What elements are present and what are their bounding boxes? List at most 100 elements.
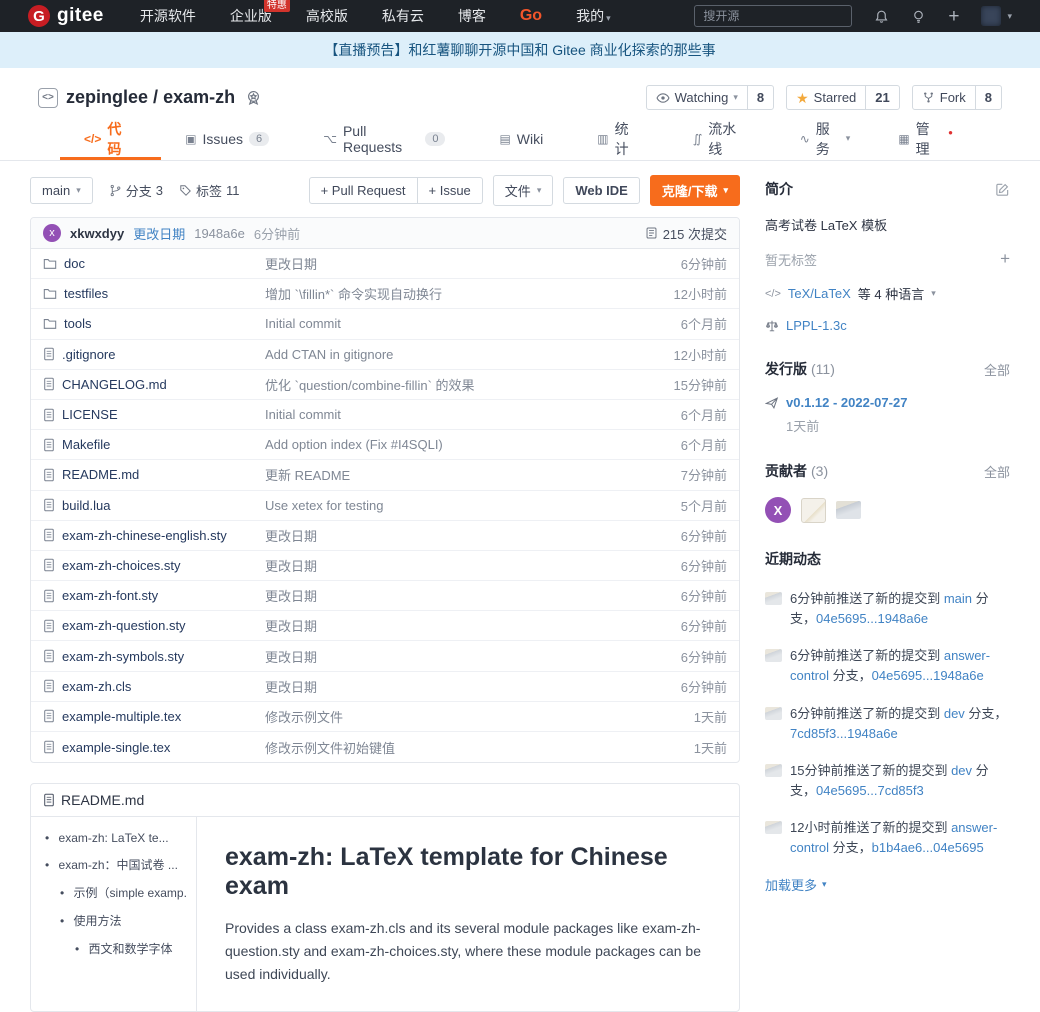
edit-icon[interactable] <box>995 182 1010 197</box>
file-name-link[interactable]: build.lua <box>62 498 110 513</box>
file-row[interactable]: tools Initial commit 6个月前 <box>31 309 739 339</box>
file-row[interactable]: exam-zh-symbols.sty 更改日期 6分钟前 <box>31 641 739 671</box>
star-button[interactable]: ★ Starred <box>787 86 865 109</box>
file-row[interactable]: .gitignore Add CTAN in gitignore 12小时前 <box>31 340 739 370</box>
new-issue-button[interactable]: + Issue <box>418 177 483 204</box>
commit-range-link[interactable]: b1b4ae6...04e5695 <box>872 840 984 855</box>
toc-item[interactable]: 使用方法 <box>45 912 186 929</box>
file-name-link[interactable]: Makefile <box>62 437 110 452</box>
file-row[interactable]: example-multiple.tex 修改示例文件 1天前 <box>31 702 739 732</box>
commit-range-link[interactable]: 04e5695...7cd85f3 <box>816 783 924 798</box>
watch-count[interactable]: 8 <box>747 86 773 109</box>
file-commit-message-link[interactable]: Initial commit <box>265 407 341 422</box>
file-row[interactable]: exam-zh.cls 更改日期 6分钟前 <box>31 672 739 702</box>
repo-tab[interactable]: ▥ 统计 <box>573 120 669 160</box>
file-commit-message-link[interactable]: Add option index (Fix #I4SQLI) <box>265 437 443 452</box>
file-row[interactable]: CHANGELOG.md 优化 `question/combine-fillin… <box>31 370 739 400</box>
web-ide-button[interactable]: Web IDE <box>563 177 640 204</box>
file-commit-message-link[interactable]: 更改日期 <box>265 680 317 695</box>
search-input[interactable] <box>694 5 852 27</box>
branch-link[interactable]: main <box>944 591 972 606</box>
license-link[interactable]: LPPL-1.3c <box>786 318 847 333</box>
file-commit-message-link[interactable]: 优化 `question/combine-fillin` 的效果 <box>265 378 475 393</box>
file-commit-message-link[interactable]: 更改日期 <box>265 650 317 665</box>
branch-link[interactable]: dev <box>951 763 972 778</box>
nav-menu-item[interactable]: 企业版特惠 <box>230 6 272 26</box>
commit-author-name[interactable]: xkwxdyy <box>70 226 124 241</box>
nav-menu-item[interactable]: 高校版 <box>306 6 348 26</box>
file-name-link[interactable]: exam-zh-font.sty <box>62 588 158 603</box>
branch-link[interactable]: dev <box>944 706 965 721</box>
new-pull-request-button[interactable]: + Pull Request <box>309 177 418 204</box>
commit-range-link[interactable]: 04e5695...1948a6e <box>872 668 984 683</box>
fork-button[interactable]: Fork <box>913 86 975 109</box>
chevron-down-icon[interactable]: ▾ <box>931 288 936 299</box>
activity-avatar[interactable] <box>765 707 782 720</box>
contributor-avatar[interactable]: X <box>765 497 791 523</box>
files-dropdown-button[interactable]: 文件 ▾ <box>493 175 554 206</box>
file-row[interactable]: exam-zh-font.sty 更改日期 6分钟前 <box>31 581 739 611</box>
commits-total-link[interactable]: 215 次提交 <box>645 224 727 243</box>
gitee-logo[interactable]: G gitee <box>28 5 104 27</box>
file-name-link[interactable]: example-multiple.tex <box>62 709 181 724</box>
file-commit-message-link[interactable]: 更改日期 <box>265 257 317 272</box>
repo-owner-link[interactable]: zepinglee <box>66 87 148 107</box>
fork-count[interactable]: 8 <box>975 86 1001 109</box>
repo-tab[interactable]: ▣ Issues 6 <box>161 120 299 160</box>
commit-range-link[interactable]: 04e5695...1948a6e <box>816 611 928 626</box>
repo-tab[interactable]: ∬ 流水线 <box>669 120 776 160</box>
file-commit-message-link[interactable]: 更改日期 <box>265 619 317 634</box>
file-commit-message-link[interactable]: 更改日期 <box>265 589 317 604</box>
file-row[interactable]: exam-zh-chinese-english.sty 更改日期 6分钟前 <box>31 521 739 551</box>
file-name-link[interactable]: .gitignore <box>62 347 115 362</box>
file-name-link[interactable]: exam-zh-question.sty <box>62 618 186 633</box>
repo-name-link[interactable]: exam-zh <box>163 87 235 107</box>
repo-tab[interactable]: ⌥ Pull Requests 0 <box>299 120 475 160</box>
file-name-link[interactable]: testfiles <box>64 286 108 301</box>
contributors-all-link[interactable]: 全部 <box>984 462 1010 481</box>
toc-item-link[interactable]: 使用方法 <box>74 914 122 928</box>
file-commit-message-link[interactable]: Use xetex for testing <box>265 498 384 513</box>
announcement-link[interactable]: 【直播预告】和红薯聊聊开源中国和 Gitee 商业化探索的那些事 <box>324 40 715 60</box>
nav-menu-item[interactable]: Go <box>520 7 542 25</box>
file-commit-message-link[interactable]: 修改示例文件 <box>265 710 343 725</box>
toc-item-link[interactable]: exam-zh：中国试卷 ... <box>59 858 178 872</box>
star-count[interactable]: 21 <box>865 86 898 109</box>
toc-item-link[interactable]: exam-zh: LaTeX te... <box>59 831 169 845</box>
tags-link[interactable]: 标签 11 <box>179 181 240 200</box>
toc-item[interactable]: 示例（simple examp... <box>45 884 186 901</box>
load-more-link[interactable]: 加载更多 ▾ <box>765 875 827 894</box>
nav-menu-item[interactable]: 我的▾ <box>576 6 611 26</box>
user-menu[interactable]: ▾ <box>981 6 1012 26</box>
file-name-link[interactable]: CHANGELOG.md <box>62 377 167 392</box>
file-name-link[interactable]: LICENSE <box>62 407 118 422</box>
repo-tab[interactable]: ∿ 服务 ▾ <box>776 120 875 160</box>
toc-item[interactable]: 西文和数学字体 <box>45 940 186 957</box>
language-link[interactable]: TeX/LaTeX <box>788 286 851 301</box>
releases-all-link[interactable]: 全部 <box>984 360 1010 379</box>
activity-avatar[interactable] <box>765 649 782 662</box>
file-row[interactable]: doc 更改日期 6分钟前 <box>31 249 739 279</box>
file-name-link[interactable]: README.md <box>62 467 139 482</box>
file-row[interactable]: Makefile Add option index (Fix #I4SQLI) … <box>31 430 739 460</box>
branches-link[interactable]: 分支 3 <box>109 181 163 200</box>
file-row[interactable]: testfiles 增加 `\fillin*` 命令实现自动换行 12小时前 <box>31 279 739 309</box>
file-name-link[interactable]: example-single.tex <box>62 740 170 755</box>
toc-item[interactable]: exam-zh: LaTeX te... <box>45 831 186 845</box>
repo-tab[interactable]: ▦ 管理 ● <box>874 120 980 160</box>
activity-avatar[interactable] <box>765 821 782 834</box>
notifications-bell-icon[interactable] <box>874 9 889 24</box>
repo-tab[interactable]: ▤ Wiki <box>475 120 573 160</box>
contributor-avatar[interactable] <box>836 501 861 519</box>
file-commit-message-link[interactable]: 更改日期 <box>265 529 317 544</box>
file-row[interactable]: README.md 更新 README 7分钟前 <box>31 460 739 490</box>
contributor-avatar[interactable] <box>801 498 826 523</box>
branch-selector[interactable]: main ▾ <box>30 177 93 204</box>
file-row[interactable]: example-single.tex 修改示例文件初始键值 1天前 <box>31 732 739 762</box>
release-version-link[interactable]: v0.1.12 - 2022-07-27 <box>786 395 907 410</box>
file-name-link[interactable]: exam-zh-chinese-english.sty <box>62 528 227 543</box>
file-commit-message-link[interactable]: Initial commit <box>265 316 341 331</box>
toc-item-link[interactable]: 西文和数学字体 <box>89 942 173 956</box>
nav-menu-item[interactable]: 博客 <box>458 6 486 26</box>
commit-message-link[interactable]: 更改日期 <box>133 224 185 243</box>
